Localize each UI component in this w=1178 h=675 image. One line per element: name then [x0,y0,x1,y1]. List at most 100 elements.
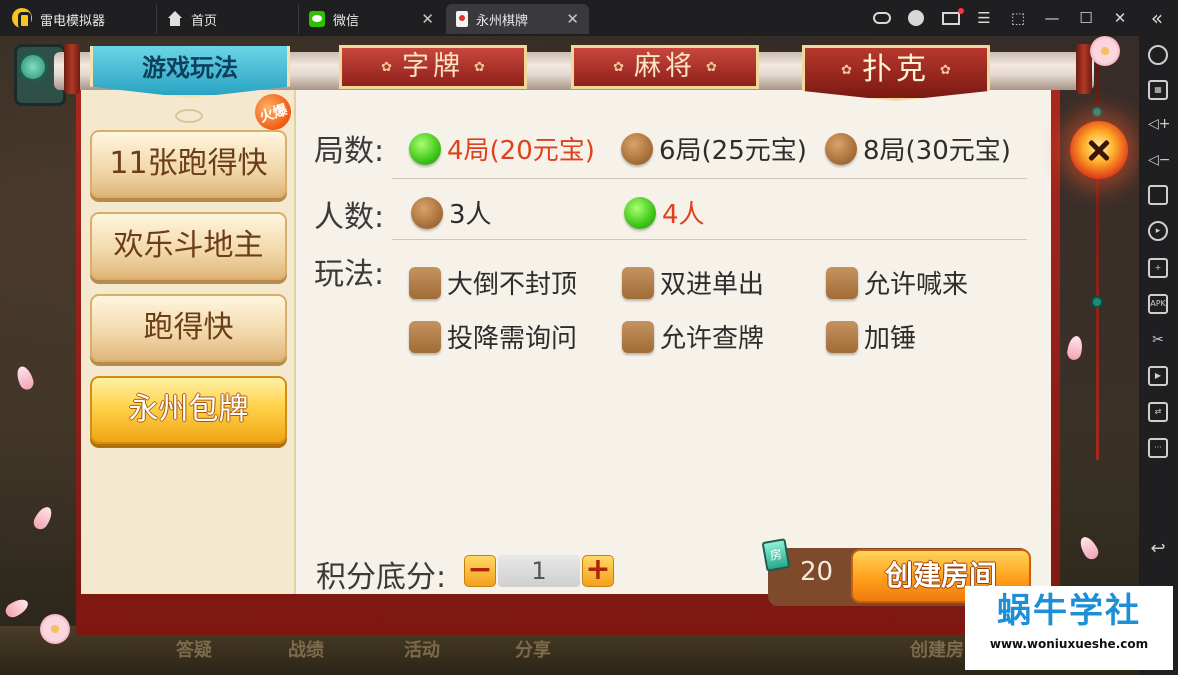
rounds-option-6[interactable]: 6局(25元宝) [621,130,807,167]
tab-game-label: 永州棋牌 [476,13,529,29]
gamepad-icon[interactable] [873,12,891,24]
rule-surrender-ask[interactable]: 投降需询问 [409,318,577,355]
mail-icon[interactable] [942,8,964,25]
tab-game[interactable]: 永州棋牌 ✕ [446,4,589,34]
wechat-icon [309,11,325,27]
rounds-option-label: 8局(30元宝) [863,136,1011,166]
watermark-title: 蜗牛学社 [997,591,1141,631]
score-increase-button[interactable]: + [582,555,614,587]
maximize-icon[interactable]: ☐ [1077,9,1095,27]
tab-game-close-icon[interactable]: ✕ [566,10,579,28]
tab-home-label: 首页 [191,13,218,29]
tab-zipai-label: 字牌 [402,51,464,82]
more-icon[interactable]: ··· [1148,438,1168,458]
collapse-sidebar-icon[interactable]: « [1148,8,1166,28]
rule-label: 大倒不封顶 [447,270,578,300]
background-share-label: 分享 [515,640,551,661]
rule-add-hammer[interactable]: 加锤 [826,318,916,355]
emulator-logo-icon [12,8,32,29]
video-record-icon[interactable]: ▶ [1148,366,1168,386]
rule-double-in-single-out[interactable]: 双进单出 [622,264,764,301]
volume-up-icon[interactable]: ◁+ [1148,114,1171,134]
close-dialog-icon[interactable] [1070,121,1128,179]
close-icon[interactable]: ✕ [1111,9,1129,27]
rules-label: 玩法: [314,257,385,292]
petal-decoration [30,504,56,532]
checkbox-icon [622,320,654,353]
base-score-label: 积分底分: [316,560,447,595]
add-app-icon[interactable]: + [1148,258,1168,278]
background-record-label: 战绩 [288,640,324,661]
settings-icon[interactable] [1148,45,1168,65]
apk-install-icon[interactable]: APK [1148,294,1168,314]
user-icon[interactable] [908,10,924,26]
emulator-titlebar: 雷电模拟器 首页 微信 ✕ 永州棋牌 ✕ ☰ ⬚ — ☐ ✕ « [0,0,1178,36]
players-label: 人数: [314,200,385,235]
tab-wechat[interactable]: 微信 ✕ [298,4,444,34]
room-card-icon: 房 [761,538,791,572]
mode-button-doudizhu[interactable]: 欢乐斗地主 [90,212,287,280]
keyboard-icon[interactable]: ▦ [1148,80,1168,100]
petal-decoration [3,595,31,621]
scissors-icon[interactable]: ✂ [1148,330,1168,350]
watermark-url: www.woniuxueshe.com [989,637,1149,651]
rounds-option-4[interactable]: 4局(20元宝) [409,130,595,167]
tab-puke[interactable]: ✿ 扑克 ✿ [802,45,990,101]
rule-allow-call[interactable]: 允许喊来 [826,264,968,301]
radio-icon [411,196,443,229]
volume-down-icon[interactable]: ◁− [1148,150,1171,170]
rule-no-cap[interactable]: 大倒不封顶 [409,264,577,301]
radio-icon [621,132,653,165]
lantern-bead [1091,296,1103,308]
rounds-option-label: 6局(25元宝) [659,136,807,166]
tab-wechat-label: 微信 [333,13,360,29]
tab-zipai[interactable]: ✿ 字牌 ✿ [339,45,527,89]
players-option-3[interactable]: 3人 [411,194,492,231]
divider [392,178,1027,179]
tab-wechat-close-icon[interactable]: ✕ [421,10,434,28]
minimize-icon[interactable]: — [1043,9,1061,27]
game-icon [456,11,468,27]
rule-label: 允许喊来 [864,270,969,300]
ornament-decoration [175,109,203,123]
scroll-end-left [64,44,80,94]
petal-decoration [14,364,36,392]
radio-icon [825,132,857,165]
rotate-icon[interactable]: ▸ [1148,221,1168,241]
room-cost-value: 20 [800,557,834,587]
rule-label: 允许查牌 [660,324,765,354]
mode-button-11-paodekuai[interactable]: 11张跑得快 [90,130,287,198]
score-decrease-button[interactable]: − [464,555,496,587]
mode-button-yongzhou-baopai[interactable]: 永州包牌 [90,376,287,444]
tab-majiang[interactable]: ✿ 麻将 ✿ [571,45,759,89]
background-faq-label: 答疑 [176,640,212,661]
pin-icon[interactable]: ⬚ [1009,9,1027,27]
background-event-label: 活动 [404,640,440,661]
rounds-label: 局数: [314,134,385,169]
back-icon[interactable]: ↩ [1148,539,1168,559]
radio-selected-icon [624,196,656,229]
background-create-label: 创建房 [910,640,964,661]
petal-decoration [1066,334,1084,362]
checkbox-icon [622,266,654,299]
rule-allow-check-cards[interactable]: 允许查牌 [622,318,764,355]
sync-icon[interactable]: ⇄ [1148,402,1168,422]
checkbox-icon [826,320,858,353]
tab-home[interactable]: 首页 [156,4,296,34]
petal-decoration [1076,534,1102,562]
blossom-decoration [40,614,70,644]
tab-puke-label: 扑克 [862,52,930,87]
ornament-icon: ✿ [841,62,852,78]
menu-icon[interactable]: ☰ [975,9,993,27]
players-option-4[interactable]: 4人 [624,194,705,231]
mode-button-paodekuai[interactable]: 跑得快 [90,294,287,362]
ornament-icon: ✿ [613,59,624,75]
ornament-icon: ✿ [940,62,951,78]
screenshot-icon[interactable] [1148,185,1168,205]
rounds-option-8[interactable]: 8局(30元宝) [825,130,1011,167]
emulator-app-name: 雷电模拟器 [40,14,106,29]
tab-majiang-label: 麻将 [634,51,696,82]
rounds-option-label: 4局(20元宝) [447,136,595,166]
rule-label: 加锤 [864,324,917,354]
rule-label: 双进单出 [660,270,765,300]
